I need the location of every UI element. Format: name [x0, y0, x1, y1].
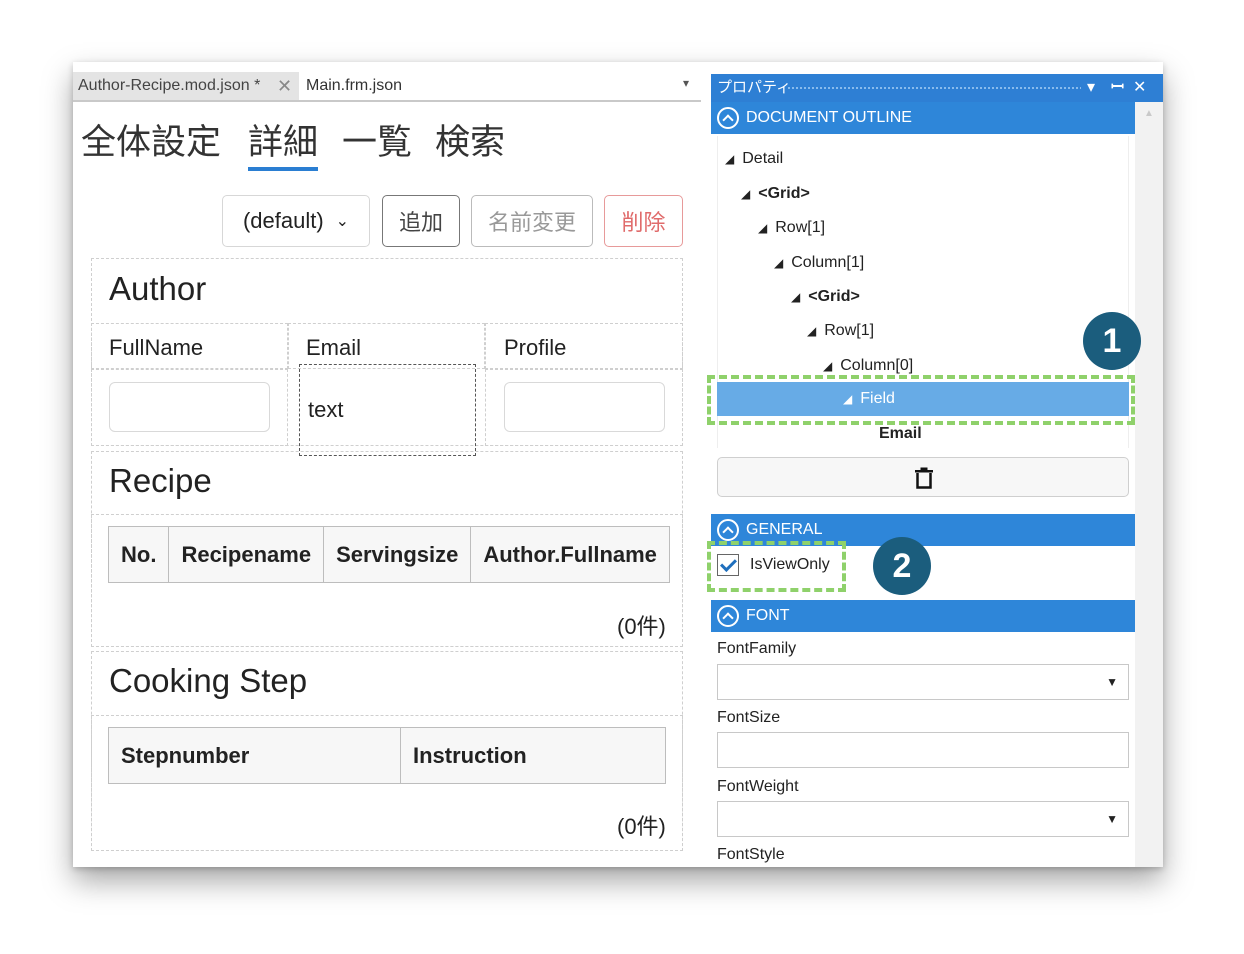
- recipe-count: (0件): [617, 614, 666, 639]
- properties-title: プロパティ: [717, 79, 792, 96]
- tree-item[interactable]: ◢ <Grid>: [791, 288, 860, 306]
- expand-triangle-icon[interactable]: ◢: [823, 359, 832, 373]
- general-label: GENERAL: [746, 521, 823, 538]
- cooking-step-count: (0件): [617, 814, 666, 839]
- step-badge-1: 1: [1083, 312, 1141, 370]
- tree-item[interactable]: ◢ Detail: [725, 150, 783, 168]
- table-header-row: No. Recipename Servingsize Author.Fullna…: [107, 526, 670, 583]
- fontweight-label: FontWeight: [717, 778, 799, 795]
- fontsize-input[interactable]: [717, 732, 1129, 768]
- callout-highlight: [707, 375, 1135, 425]
- rename-button[interactable]: 名前変更: [471, 195, 593, 247]
- tab-detail[interactable]: 詳細: [248, 114, 319, 171]
- ide-window: Author-Recipe.mod.json * ✕ Main.frm.json…: [73, 62, 1163, 867]
- close-icon[interactable]: ✕: [277, 72, 292, 100]
- pin-icon[interactable]: ꟷ: [1111, 74, 1124, 102]
- column-label-email: Email: [306, 335, 362, 360]
- tab-main-frm[interactable]: Main.frm.json: [301, 72, 451, 100]
- chevron-down-icon: ⌄: [335, 213, 350, 230]
- author-title: Author: [109, 270, 207, 307]
- fontfamily-label: FontFamily: [717, 640, 797, 657]
- tree-item[interactable]: ◢ Column[0]: [823, 357, 913, 375]
- column-label-profile: Profile: [504, 335, 567, 360]
- selected-item-subtitle: Email: [879, 425, 922, 442]
- expand-triangle-icon[interactable]: ◢: [791, 290, 800, 304]
- fontsize-label: FontSize: [717, 709, 781, 726]
- properties-scrollbar[interactable]: ▲: [1135, 102, 1163, 867]
- table-header-row: Stepnumber Instruction: [108, 727, 666, 784]
- document-outline-label: DOCUMENT OUTLINE: [746, 109, 912, 126]
- dropdown-icon[interactable]: ▾: [1087, 74, 1095, 102]
- tree-item[interactable]: ◢ Row[1]: [807, 322, 874, 340]
- expand-triangle-icon[interactable]: ◢: [807, 324, 816, 338]
- email-field-value: text: [308, 397, 344, 422]
- collapse-icon[interactable]: [717, 605, 739, 627]
- variant-select-value: (default): [242, 208, 324, 233]
- column-header[interactable]: No.: [107, 526, 170, 583]
- title-grip: [787, 86, 1081, 90]
- column-header[interactable]: Author.Fullname: [470, 526, 670, 583]
- fontweight-select[interactable]: ▼: [717, 801, 1129, 837]
- cooking-step-table: Stepnumber Instruction: [108, 727, 666, 784]
- tree-item[interactable]: ◢ Row[1]: [758, 219, 825, 237]
- cooking-step-title: Cooking Step: [109, 662, 308, 699]
- scroll-up-icon[interactable]: ▲: [1144, 108, 1154, 119]
- tab-label: Author-Recipe.mod.json *: [78, 77, 261, 94]
- fontfamily-select[interactable]: ▼: [717, 664, 1129, 700]
- tab-list[interactable]: 一覧: [342, 114, 412, 165]
- tree-item[interactable]: ◢ <Grid>: [741, 185, 810, 203]
- tab-search[interactable]: 検索: [435, 114, 505, 165]
- column-header[interactable]: Recipename: [168, 526, 325, 583]
- expand-triangle-icon[interactable]: ◢: [725, 152, 734, 166]
- expand-triangle-icon[interactable]: ◢: [741, 187, 750, 201]
- tab-overflow-icon[interactable]: ▾: [683, 76, 689, 90]
- profile-input[interactable]: [504, 382, 665, 432]
- editor-tab-bar: Author-Recipe.mod.json * ✕ Main.frm.json…: [73, 72, 701, 102]
- fontstyle-label: FontStyle: [717, 846, 785, 863]
- column-label-fullname: FullName: [109, 335, 204, 360]
- properties-pane: プロパティ ▾ ꟷ ✕ ▲ DOCUMENT OUTLINE ◢ Detail ◢…: [711, 74, 1163, 867]
- delete-button[interactable]: 削除: [604, 195, 683, 247]
- column-header[interactable]: Instruction: [400, 727, 666, 784]
- variant-select[interactable]: (default) ⌄: [222, 195, 370, 247]
- collapse-icon[interactable]: [717, 107, 739, 129]
- tab-author-recipe[interactable]: Author-Recipe.mod.json * ✕: [73, 72, 299, 100]
- fullname-input[interactable]: [109, 382, 270, 432]
- tab-general-settings[interactable]: 全体設定: [81, 114, 221, 165]
- collapse-icon[interactable]: [717, 519, 739, 541]
- font-header[interactable]: FONT: [711, 600, 1135, 632]
- expand-triangle-icon[interactable]: ◢: [774, 256, 783, 270]
- trash-icon: [915, 467, 933, 489]
- callout-highlight: [707, 541, 846, 592]
- recipe-title: Recipe: [109, 462, 212, 499]
- dropdown-arrow-icon: ▼: [1106, 812, 1118, 826]
- dropdown-arrow-icon: ▼: [1106, 675, 1118, 689]
- font-label: FONT: [746, 607, 790, 624]
- expand-triangle-icon[interactable]: ◢: [758, 221, 767, 235]
- properties-title-bar: プロパティ ▾ ꟷ ✕: [711, 74, 1163, 102]
- document-outline-header[interactable]: DOCUMENT OUTLINE: [711, 102, 1135, 134]
- tab-label: Main.frm.json: [306, 77, 403, 94]
- delete-node-button[interactable]: [717, 457, 1129, 497]
- add-button[interactable]: 追加: [382, 195, 460, 247]
- step-badge-2: 2: [873, 537, 931, 595]
- tree-item[interactable]: ◢ Column[1]: [774, 254, 864, 272]
- close-icon[interactable]: ✕: [1133, 74, 1146, 102]
- column-header[interactable]: Servingsize: [323, 526, 472, 583]
- recipe-table: No. Recipename Servingsize Author.Fullna…: [107, 526, 670, 583]
- column-header[interactable]: Stepnumber: [108, 727, 401, 784]
- email-field[interactable]: text: [299, 364, 476, 456]
